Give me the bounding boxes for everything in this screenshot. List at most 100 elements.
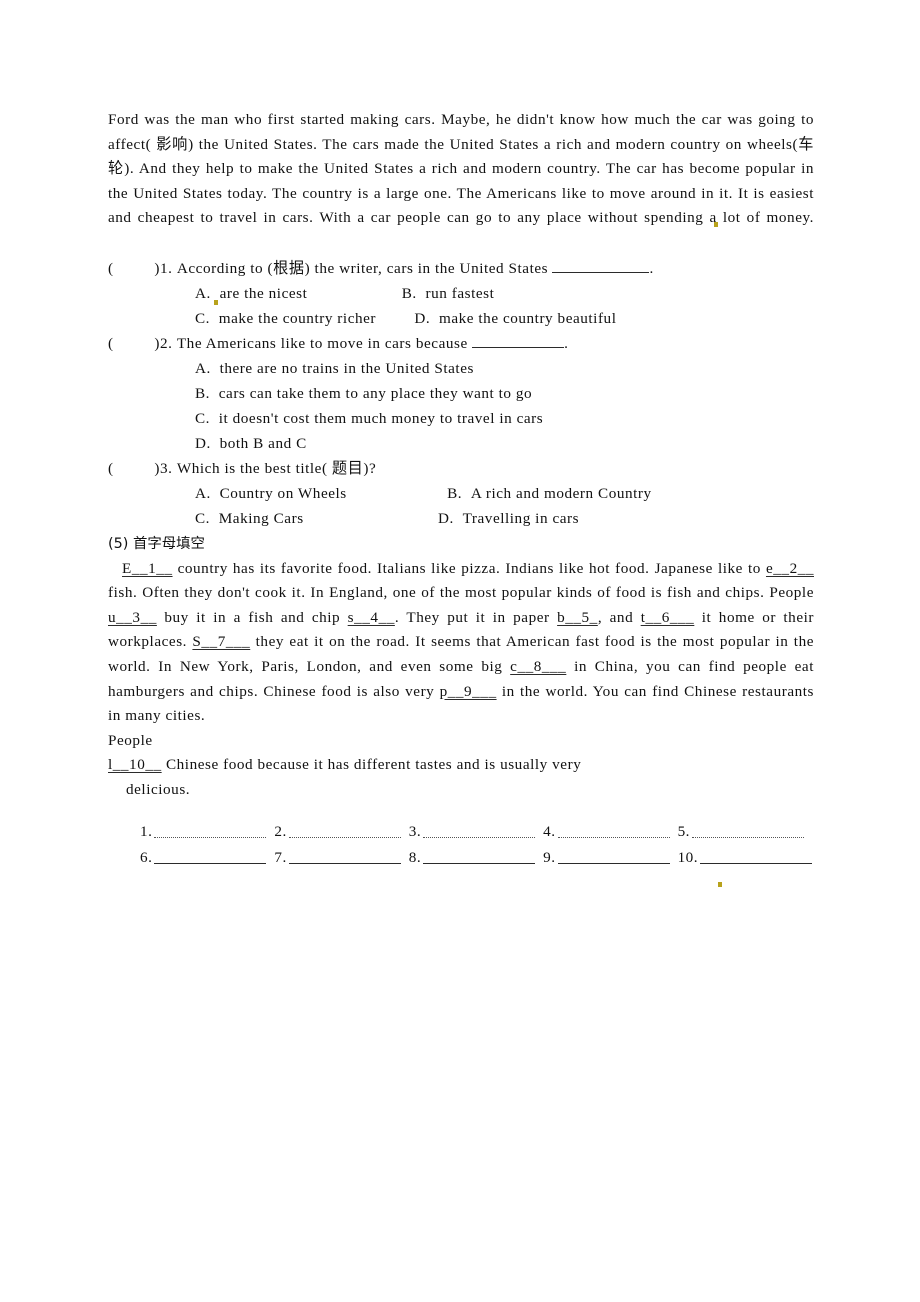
answer-row-1: 1. 2. 3. 4. 5.	[140, 815, 814, 841]
answer-cell-8[interactable]: 8.	[409, 849, 536, 867]
question-2-punct: .	[564, 334, 569, 352]
scan-speck-artifact	[714, 222, 718, 227]
answer-cell-6[interactable]: 6.	[140, 849, 267, 867]
answer-cell-2[interactable]: 2.	[274, 823, 401, 841]
cloze-text-run: . They put it in paper	[394, 608, 558, 626]
section-heading-label: (5) 首字母填空	[108, 535, 205, 552]
paren-open: (	[108, 259, 114, 277]
option-2a-letter: A.	[195, 359, 211, 377]
document-body: Ford was the man who first started makin…	[108, 108, 814, 867]
cloze-tail-sentence: l__10__ Chinese food because it has diff…	[108, 753, 814, 778]
question-2-text: The Americans like to move in cars becau…	[176, 334, 468, 352]
cloze-blank-8[interactable]: c__8___	[510, 658, 566, 675]
option-3b-letter: B.	[447, 484, 463, 502]
question-1-answer-box[interactable]: ()	[108, 256, 160, 281]
option-3d-letter: D.	[438, 509, 454, 527]
answer-rule-3[interactable]	[423, 836, 536, 838]
cloze-tail-people: People	[108, 731, 153, 749]
question-2-option-b: B. cars can take them to any place they …	[108, 381, 814, 406]
cloze-blank-6[interactable]: t__6___	[641, 609, 695, 626]
question-3-answer-box[interactable]: ()	[108, 456, 160, 481]
option-3b-text[interactable]: A rich and modern Country	[471, 485, 652, 502]
question-3-number: 3.	[160, 459, 173, 477]
paren-open: (	[108, 459, 114, 477]
option-2a-text[interactable]: there are no trains in the United States	[220, 360, 474, 377]
answer-rule-5[interactable]	[691, 836, 804, 838]
answer-cell-9[interactable]: 9.	[543, 849, 670, 867]
cloze-blank-4[interactable]: s__4__	[348, 609, 395, 626]
answer-rule-8[interactable]	[423, 862, 536, 864]
cloze-blank-9[interactable]: p__9___	[440, 683, 497, 700]
cloze-blank-3[interactable]: u__3__	[108, 609, 157, 626]
question-2-option-d: D. both B and C	[108, 431, 814, 456]
answer-rule-10[interactable]	[700, 862, 813, 864]
answer-rule-4[interactable]	[557, 836, 670, 838]
question-2-option-c: C. it doesn't cost them much money to tr…	[108, 406, 814, 431]
question-2-stem: () 2. The Americans like to move in cars …	[108, 331, 814, 356]
answer-blank-grid: 1. 2. 3. 4. 5. 6. 7. 8. 9. 10.	[108, 815, 814, 867]
question-1-text: According to (根据) the writer, cars in th…	[176, 259, 549, 277]
answer-rule-1[interactable]	[154, 836, 267, 838]
scan-speck-artifact	[718, 882, 722, 887]
option-2d-text[interactable]: both B and C	[220, 435, 307, 452]
answer-rule-9[interactable]	[557, 862, 670, 864]
answer-cell-1[interactable]: 1.	[140, 823, 267, 841]
answer-cell-3[interactable]: 3.	[409, 823, 536, 841]
reading-passage: Ford was the man who first started makin…	[108, 111, 814, 227]
cloze-text-run: fish. Often they don't cook it. In Engla…	[108, 584, 814, 602]
question-2-answer-box[interactable]: ()	[108, 331, 160, 356]
scan-speck-artifact	[214, 300, 218, 305]
cloze-text-run: buy it in a fish and chip	[156, 608, 348, 626]
option-2c-text[interactable]: it doesn't cost them much money to trave…	[219, 410, 544, 427]
cloze-blank-2[interactable]: e__2__	[766, 560, 814, 577]
question-3-text: Which is the best title( 题目)?	[176, 459, 377, 477]
option-1d-letter: D.	[414, 309, 431, 327]
cloze-passage: E__1__ country has its favorite food. It…	[108, 557, 814, 729]
answer-rule-2[interactable]	[288, 836, 401, 838]
option-2d-letter: D.	[195, 434, 211, 452]
option-2b-text[interactable]: cars can take them to any place they wan…	[219, 385, 532, 402]
section-heading-cloze: (5) 首字母填空	[108, 532, 814, 557]
answer-cell-5[interactable]: 5.	[678, 823, 804, 841]
option-2b-letter: B.	[195, 384, 211, 402]
cloze-text-run: country has its favorite food. Italians …	[172, 559, 766, 577]
option-1b-letter: B.	[401, 284, 417, 302]
option-1b-text[interactable]: run fastest	[425, 285, 494, 302]
question-3-options-row-2: C. Making Cars D. Travelling in cars	[108, 506, 814, 531]
question-2-option-a: A. there are no trains in the United Sta…	[108, 356, 814, 381]
question-2-number: 2.	[160, 334, 173, 352]
answer-rule-6[interactable]	[154, 862, 267, 864]
question-3-options-row-1: A. Country on Wheels B. A rich and moder…	[108, 481, 814, 506]
question-1-options-row-2: C. make the country richer D. make the c…	[108, 306, 814, 331]
document-page: Ford was the man who first started makin…	[0, 0, 920, 1302]
option-1a-letter: A.	[195, 284, 211, 302]
option-2c-letter: C.	[195, 409, 211, 427]
answer-cell-4[interactable]: 4.	[543, 823, 670, 841]
option-1a-text[interactable]: are the nicest	[220, 285, 308, 302]
option-1c-text[interactable]: make the country richer	[219, 310, 376, 327]
cloze-blank-7[interactable]: S__7___	[192, 633, 250, 650]
option-3c-text[interactable]: Making Cars	[219, 510, 304, 527]
answer-cell-7[interactable]: 7.	[274, 849, 401, 867]
option-3a-letter: A.	[195, 484, 211, 502]
answer-rule-7[interactable]	[288, 862, 401, 864]
cloze-blank-10[interactable]: l__10__	[108, 756, 162, 773]
option-3a-text[interactable]: Country on Wheels	[220, 485, 347, 502]
question-1-number: 1.	[160, 259, 173, 277]
paren-open: (	[108, 334, 114, 352]
question-3-stem: () 3. Which is the best title( 题目)?	[108, 456, 814, 481]
option-3c-letter: C.	[195, 509, 211, 527]
question-1-stem: () 1. According to (根据) the writer, cars …	[108, 256, 814, 281]
question-1-blank[interactable]	[552, 258, 650, 273]
option-1c-letter: C.	[195, 309, 211, 327]
cloze-text-run: , and	[597, 608, 641, 626]
cloze-blank-5[interactable]: b__5_	[557, 609, 598, 626]
cloze-blank-1[interactable]: E__1__	[122, 560, 173, 577]
answer-cell-10[interactable]: 10.	[678, 849, 813, 867]
option-3d-text[interactable]: Travelling in cars	[463, 510, 579, 527]
cloze-tail-last: delicious.	[126, 780, 191, 798]
question-2-blank[interactable]	[472, 333, 565, 348]
option-1d-text[interactable]: make the country beautiful	[439, 310, 617, 327]
answer-row-2: 6. 7. 8. 9. 10.	[140, 841, 814, 867]
cloze-tail-text: Chinese food because it has different ta…	[161, 756, 582, 774]
